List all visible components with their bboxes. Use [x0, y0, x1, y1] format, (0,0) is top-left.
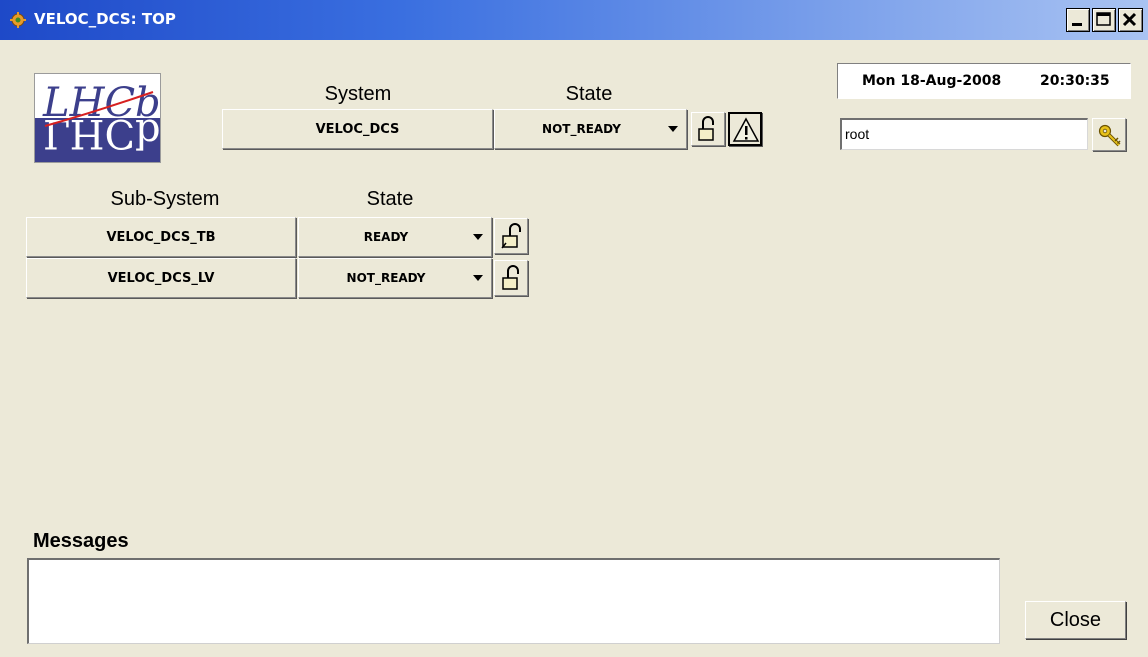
subsystem-state-header: State — [366, 188, 414, 210]
system-state-value: NOT_READY — [542, 122, 621, 136]
user-name-value: root — [845, 126, 870, 142]
subsystem-row-2-state-dropdown[interactable]: NOT_READY — [298, 258, 492, 298]
messages-label: Messages — [33, 530, 129, 552]
system-state-dropdown[interactable]: NOT_READY — [494, 109, 687, 149]
unlocked-padlock-icon — [698, 116, 714, 141]
key-icon — [1098, 124, 1121, 147]
window-title: VELOC_DCS: TOP — [34, 10, 176, 28]
minimize-button[interactable] — [1066, 8, 1090, 32]
warning-icon — [732, 117, 760, 142]
chevron-down-icon — [668, 126, 678, 132]
system-name: VELOC_DCS — [315, 121, 400, 137]
subsystem-row-2-lock-button[interactable] — [494, 260, 528, 296]
lhcb-logo-graphic: LHCb LHCb — [35, 74, 161, 162]
subsystem-row-1-state-dropdown[interactable]: READY — [298, 217, 492, 257]
minimize-icon — [1072, 23, 1082, 26]
subsystem-row-1-name-button[interactable]: VELOC_DCS_TB — [26, 217, 296, 257]
maximize-button[interactable] — [1092, 8, 1116, 32]
lhcb-logo: LHCb LHCb — [34, 73, 161, 163]
maximize-icon — [1096, 12, 1111, 26]
system-lock-button[interactable] — [691, 112, 725, 146]
subsystem-header: Sub-System — [110, 188, 220, 210]
subsystem-row-1-state: READY — [363, 230, 409, 244]
title-bar[interactable]: VELOC_DCS: TOP — [0, 0, 1148, 40]
chevron-down-icon — [473, 234, 483, 240]
user-name-field[interactable]: root — [840, 118, 1088, 150]
fsm-top-window: VELOC_DCS: TOP LHCb LHCb System State VE… — [0, 0, 1148, 657]
logo-text-reflection: LHCb — [43, 110, 160, 156]
login-key-button[interactable] — [1092, 118, 1126, 151]
close-icon — [1122, 12, 1137, 27]
subsystem-row-2-state: NOT_READY — [346, 271, 426, 285]
subsystem-row-1-lock-button[interactable] — [494, 218, 528, 254]
system-name-button[interactable]: VELOC_DCS — [222, 109, 493, 149]
close-button[interactable]: Close — [1025, 601, 1126, 639]
datetime-display: Mon 18-Aug-2008 20:30:35 — [837, 63, 1131, 99]
subsystem-row-1-name: VELOC_DCS_TB — [106, 229, 216, 245]
current-date: Mon 18-Aug-2008 — [862, 73, 1002, 89]
unlocked-padlock-icon — [502, 265, 519, 290]
subsystem-row-2-name-button[interactable]: VELOC_DCS_LV — [26, 258, 296, 298]
subsystem-row-2-name: VELOC_DCS_LV — [107, 270, 215, 286]
close-window-button[interactable] — [1118, 8, 1143, 32]
system-header: System — [324, 83, 392, 105]
messages-area[interactable] — [27, 558, 1000, 644]
unlocked-padlock-icon — [501, 223, 521, 249]
system-alarm-button[interactable] — [728, 112, 762, 146]
app-gear-icon — [10, 12, 26, 28]
system-state-header: State — [565, 83, 613, 105]
chevron-down-icon — [473, 275, 483, 281]
current-time: 20:30:35 — [1040, 73, 1110, 89]
